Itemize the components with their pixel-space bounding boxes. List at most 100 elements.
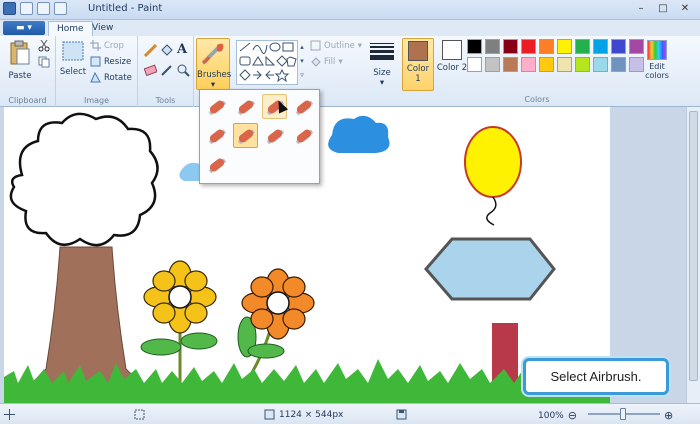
- magnifier-icon[interactable]: [177, 64, 190, 77]
- palette-color-swatch[interactable]: [575, 57, 590, 72]
- ribbon-tabs: ▬ ▾ Home View: [0, 20, 700, 36]
- zoom-in-icon[interactable]: ⊕: [664, 409, 673, 422]
- paint-menu-icon: ▬: [16, 23, 25, 33]
- palette-color-swatch[interactable]: [521, 39, 536, 54]
- fill-bucket-icon[interactable]: [160, 44, 173, 57]
- zoom-out-icon[interactable]: ⊖: [568, 409, 577, 422]
- title-bar: Untitled - Paint – □ ✕: [0, 0, 700, 20]
- size-icon: [367, 38, 397, 68]
- paste-button[interactable]: Paste: [6, 40, 34, 81]
- outline-icon: [310, 40, 321, 51]
- color1-label: Color 1: [406, 64, 430, 84]
- palette-color-swatch[interactable]: [503, 39, 518, 54]
- paint-app-icon[interactable]: [3, 2, 16, 15]
- tab-view[interactable]: View: [84, 21, 121, 36]
- brush-option-calligraphy-brush-1[interactable]: [233, 94, 258, 119]
- color-picker-icon[interactable]: [160, 64, 173, 77]
- palette-color-swatch[interactable]: [557, 57, 572, 72]
- disk-icon: [396, 409, 407, 420]
- color1-button[interactable]: Color 1: [402, 38, 434, 91]
- brush-option-marker[interactable]: [262, 123, 287, 148]
- shapes-gallery[interactable]: [236, 40, 298, 85]
- clipboard-group: Paste Clipboard: [0, 36, 56, 107]
- palette-color-swatch[interactable]: [467, 39, 482, 54]
- brush-option-airbrush[interactable]: [291, 94, 316, 119]
- shapes-gallery-icons: [239, 42, 297, 83]
- image-group-label: Image: [83, 96, 110, 105]
- palette-color-swatch[interactable]: [629, 57, 644, 72]
- fill-button[interactable]: Fill ▾: [310, 56, 343, 67]
- brush-option-brush[interactable]: [204, 94, 229, 119]
- maximize-button[interactable]: □: [652, 1, 674, 17]
- text-tool-icon[interactable]: A: [177, 42, 187, 57]
- pencil-icon[interactable]: [144, 44, 157, 57]
- palette-color-swatch[interactable]: [539, 39, 554, 54]
- brush-option-oil-brush[interactable]: [204, 123, 229, 148]
- palette-color-swatch[interactable]: [467, 57, 482, 72]
- selection-icon: [134, 409, 145, 420]
- vertical-scrollbar[interactable]: [686, 107, 700, 403]
- minimize-button[interactable]: –: [630, 1, 652, 17]
- cursor-position: [4, 409, 15, 420]
- palette-color-swatch[interactable]: [629, 39, 644, 54]
- palette-color-swatch[interactable]: [611, 39, 626, 54]
- size-label: Size: [373, 68, 391, 78]
- size-dropdown-arrow: ▾: [379, 78, 385, 88]
- select-button[interactable]: Select: [58, 40, 88, 77]
- status-bar: 1124 × 544px 100% ⊖ ⊕: [0, 403, 700, 424]
- eraser-icon[interactable]: [144, 64, 157, 77]
- palette-color-swatch[interactable]: [485, 57, 500, 72]
- brush-option-natural-pencil[interactable]: [291, 123, 316, 148]
- select-label: Select: [59, 67, 87, 77]
- color1-swatch: [408, 41, 428, 61]
- shapes-scroll[interactable]: ▴ ▾ ▿: [298, 40, 306, 85]
- zoom-slider-knob[interactable]: [620, 408, 626, 420]
- redo-icon[interactable]: [54, 2, 67, 15]
- zoom-level: 100% ⊖: [538, 409, 577, 422]
- brush-option-crayon[interactable]: [233, 123, 258, 148]
- save-icon[interactable]: [20, 2, 33, 15]
- fill-arrow: ▾: [338, 56, 343, 67]
- ribbon: Paste Clipboard Select Crop Resize Rotat…: [0, 36, 700, 107]
- palette-color-swatch[interactable]: [575, 39, 590, 54]
- palette-color-swatch[interactable]: [503, 57, 518, 72]
- palette-color-swatch[interactable]: [593, 39, 608, 54]
- rotate-button[interactable]: Rotate: [90, 72, 132, 83]
- copy-icon[interactable]: [38, 56, 50, 68]
- outline-button[interactable]: Outline ▾: [310, 40, 362, 51]
- scrollbar-thumb[interactable]: [689, 111, 698, 381]
- instruction-callout: Select Airbrush.: [523, 358, 669, 395]
- close-button[interactable]: ✕: [674, 1, 696, 17]
- color2-button[interactable]: Color 2: [436, 38, 468, 91]
- palette-color-swatch[interactable]: [485, 39, 500, 54]
- brush-option-watercolor-brush[interactable]: [204, 152, 229, 177]
- file-size: [396, 409, 407, 420]
- cut-icon[interactable]: [38, 40, 50, 52]
- resize-button[interactable]: Resize: [90, 56, 131, 67]
- selection-size: [134, 409, 145, 420]
- zoom-text: 100%: [538, 410, 564, 421]
- image-group: Select Crop Resize Rotate Image: [56, 36, 138, 107]
- crop-icon: [90, 40, 101, 51]
- file-menu-button[interactable]: ▬ ▾: [3, 21, 45, 35]
- image-size: 1124 × 544px: [264, 409, 343, 420]
- crop-button[interactable]: Crop: [90, 40, 124, 51]
- color-palette: [467, 39, 644, 72]
- palette-color-swatch[interactable]: [593, 57, 608, 72]
- palette-color-swatch[interactable]: [521, 57, 536, 72]
- fill-icon: [311, 57, 321, 67]
- crop-label: Crop: [104, 40, 124, 51]
- palette-color-swatch[interactable]: [611, 57, 626, 72]
- edit-colors-label: Edit colors: [645, 62, 669, 80]
- edit-colors-button[interactable]: Edit colors: [644, 40, 670, 80]
- select-icon: [62, 41, 84, 61]
- size-button[interactable]: Size ▾: [367, 38, 397, 88]
- brushes-menu: [199, 89, 320, 184]
- outline-arrow: ▾: [357, 40, 363, 51]
- image-dimensions-text: 1124 × 544px: [279, 409, 344, 420]
- clipboard-group-label: Clipboard: [8, 96, 47, 105]
- brushes-button[interactable]: Brushes ▾: [196, 38, 231, 90]
- palette-color-swatch[interactable]: [539, 57, 554, 72]
- palette-color-swatch[interactable]: [557, 39, 572, 54]
- undo-icon[interactable]: [37, 2, 50, 15]
